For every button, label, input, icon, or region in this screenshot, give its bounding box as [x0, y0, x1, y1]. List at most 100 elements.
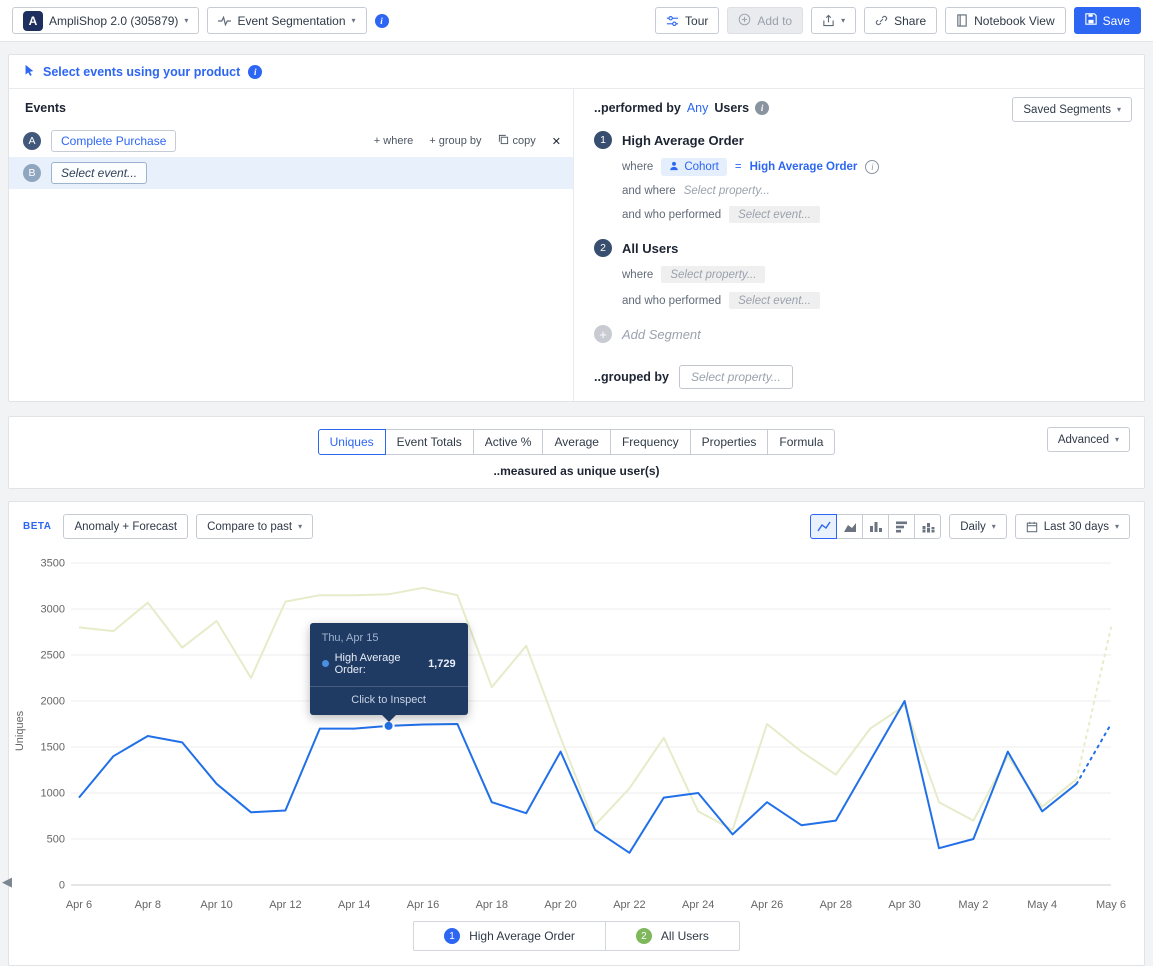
chevron-down-icon: ▾ — [841, 17, 845, 25]
tooltip-inspect-action[interactable]: Click to Inspect — [310, 686, 468, 715]
legend-item-all-users[interactable]: 2 All Users — [605, 922, 739, 950]
stacked-bar-chart-icon[interactable] — [914, 514, 941, 539]
anomaly-forecast-button[interactable]: Anomaly + Forecast — [63, 514, 188, 539]
calendar-icon — [1026, 521, 1038, 533]
svg-text:Apr 18: Apr 18 — [476, 899, 508, 911]
who-performed-label: and who performed — [622, 209, 721, 221]
grouped-by-property-selector[interactable]: Select property... — [679, 365, 793, 389]
close-icon[interactable]: ✕ — [552, 135, 561, 148]
line-chart[interactable]: 0500100015002000250030003500Apr 6Apr 8Ap… — [9, 545, 1144, 917]
tab-properties[interactable]: Properties — [690, 429, 769, 455]
svg-text:500: 500 — [47, 834, 65, 846]
measure-tabs: Uniques Event Totals Active % Average Fr… — [318, 429, 836, 455]
cohort-property-pill[interactable]: Cohort — [661, 158, 727, 176]
performed-by-users-label: Users — [714, 101, 749, 115]
analysis-type-label: Event Segmentation — [237, 14, 345, 28]
svg-text:2000: 2000 — [41, 696, 65, 708]
events-label: Events — [9, 101, 573, 125]
add-to-label: Add to — [757, 14, 792, 28]
select-property-placeholder[interactable]: Select property... — [661, 266, 765, 283]
analysis-type-selector[interactable]: Event Segmentation ▾ — [207, 7, 366, 34]
performed-by-any-selector[interactable]: Any — [687, 101, 709, 115]
info-icon[interactable]: i — [375, 14, 389, 28]
svg-text:Apr 22: Apr 22 — [613, 899, 645, 911]
event-badge-a: A — [23, 132, 41, 150]
svg-text:Uniques: Uniques — [14, 710, 26, 751]
pointer-icon — [23, 64, 35, 79]
tab-event-totals[interactable]: Event Totals — [385, 429, 474, 455]
chevron-down-icon: ▾ — [352, 17, 356, 25]
event-select-placeholder[interactable]: Select event... — [51, 162, 147, 184]
svg-text:2500: 2500 — [41, 650, 65, 662]
notebook-icon — [956, 14, 968, 27]
bar-chart-icon[interactable] — [862, 514, 889, 539]
interval-selector[interactable]: Daily ▾ — [949, 514, 1007, 539]
tab-active-pct[interactable]: Active % — [473, 429, 544, 455]
select-event-placeholder[interactable]: Select event... — [729, 292, 820, 309]
export-button[interactable]: ▾ — [811, 7, 856, 34]
saved-segments-button[interactable]: Saved Segments ▾ — [1012, 97, 1132, 122]
legend-badge-1: 1 — [444, 928, 460, 944]
legend-item-high-average-order[interactable]: 1 High Average Order — [414, 922, 605, 950]
event-row-b[interactable]: B Select event... — [9, 157, 573, 189]
info-icon[interactable]: i — [865, 160, 879, 174]
tour-button[interactable]: Tour — [655, 7, 719, 34]
horizontal-bar-chart-icon[interactable] — [888, 514, 915, 539]
add-segment-label: Add Segment — [622, 327, 701, 342]
project-selector[interactable]: A AmpliShop 2.0 (305879) ▾ — [12, 7, 199, 34]
advanced-button[interactable]: Advanced ▾ — [1047, 427, 1130, 452]
segment-1-name[interactable]: High Average Order — [622, 133, 744, 148]
add-where-filter-button[interactable]: + where — [374, 135, 413, 147]
segment-2-name[interactable]: All Users — [622, 241, 678, 256]
chevron-down-icon: ▾ — [1115, 436, 1119, 444]
notebook-view-label: Notebook View — [974, 14, 1055, 28]
app-logo: A — [23, 11, 43, 31]
save-label: Save — [1103, 14, 1130, 28]
tab-formula[interactable]: Formula — [767, 429, 835, 455]
add-to-button[interactable]: Add to — [727, 7, 803, 34]
beta-badge: BETA — [23, 521, 51, 532]
date-range-selector[interactable]: Last 30 days ▾ — [1015, 514, 1130, 539]
compare-to-past-button[interactable]: Compare to past ▾ — [196, 514, 313, 539]
add-group-by-button[interactable]: + group by — [429, 135, 481, 147]
save-button[interactable]: Save — [1074, 7, 1141, 34]
measured-as-label: ..measured as unique user(s) — [9, 464, 1144, 478]
chart-tooltip[interactable]: Thu, Apr 15 High Average Order: 1,729 Cl… — [310, 623, 468, 715]
tooltip-value: 1,729 — [428, 658, 456, 670]
legend-badge-2: 2 — [636, 928, 652, 944]
tab-uniques[interactable]: Uniques — [318, 429, 386, 455]
operator-equals[interactable]: = — [735, 161, 742, 173]
share-label: Share — [894, 14, 926, 28]
events-panel: Events A Complete Purchase + where + gro… — [9, 89, 574, 401]
area-chart-icon[interactable] — [836, 514, 863, 539]
plus-circle-icon: + — [594, 325, 612, 343]
svg-text:0: 0 — [59, 880, 65, 892]
chevron-down-icon: ▾ — [992, 523, 996, 531]
tab-frequency[interactable]: Frequency — [610, 429, 691, 455]
cohort-value-selector[interactable]: High Average Order — [750, 161, 858, 173]
share-button[interactable]: Share — [864, 7, 937, 34]
tab-average[interactable]: Average — [542, 429, 610, 455]
chart-area[interactable]: 0500100015002000250030003500Apr 6Apr 8Ap… — [9, 545, 1144, 917]
segments-panel: ..performed by Any Users i Saved Segment… — [574, 89, 1144, 401]
info-icon[interactable]: i — [755, 101, 769, 115]
link-icon — [875, 14, 888, 27]
info-icon[interactable]: i — [248, 65, 262, 79]
event-badge-b: B — [23, 164, 41, 182]
add-segment-button[interactable]: + Add Segment — [594, 325, 1130, 343]
chart-type-switcher — [810, 514, 941, 539]
svg-text:Apr 20: Apr 20 — [544, 899, 576, 911]
segment-1-badge: 1 — [594, 131, 612, 149]
and-where-label: and where — [622, 185, 676, 197]
performed-by-label: ..performed by — [594, 101, 681, 115]
select-property-placeholder[interactable]: Select property... — [684, 185, 770, 197]
svg-text:Apr 14: Apr 14 — [338, 899, 370, 911]
svg-text:1500: 1500 — [41, 742, 65, 754]
collapse-panel-arrow[interactable]: ◀ — [2, 874, 12, 890]
event-select-complete-purchase[interactable]: Complete Purchase — [51, 130, 176, 152]
notebook-view-button[interactable]: Notebook View — [945, 7, 1066, 34]
copy-event-button[interactable]: copy — [498, 134, 536, 148]
line-chart-icon[interactable] — [810, 514, 837, 539]
svg-text:Apr 12: Apr 12 — [269, 899, 301, 911]
select-event-placeholder[interactable]: Select event... — [729, 206, 820, 223]
